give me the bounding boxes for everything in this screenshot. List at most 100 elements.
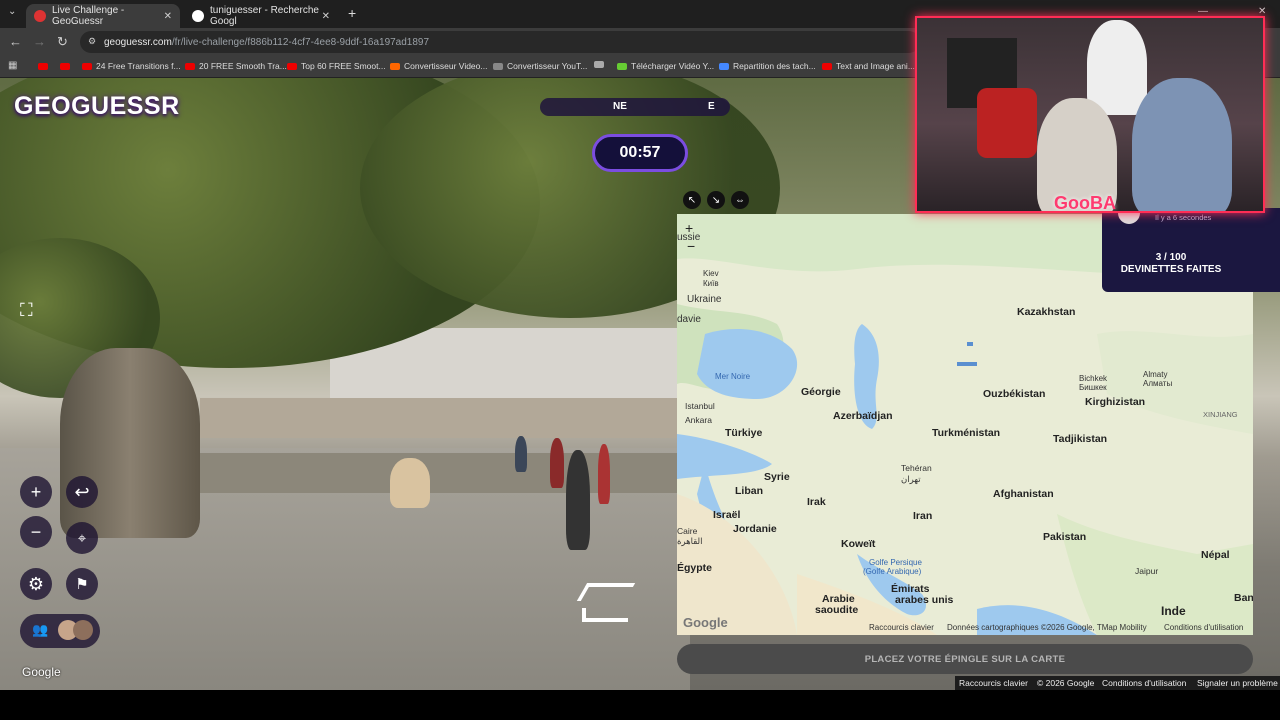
url-path: /fr/live-challenge/f886b112-4cf7-4ee8-9d… <box>171 36 430 48</box>
youtube-bookmark-icon[interactable] <box>38 63 48 70</box>
guess-count-label: DEVINETTES FAITES <box>1120 264 1222 275</box>
players-pill[interactable]: 👥 <box>20 614 100 648</box>
map-label: Tadjikistan <box>1053 433 1108 445</box>
bookmark-label: Repartition des tach... <box>733 61 816 71</box>
map-label: arabes unis <box>895 594 954 606</box>
map-label: Jordanie <box>733 523 777 535</box>
url-input[interactable]: ⚙ geoguessr.com/fr/live-challenge/f886b1… <box>80 31 920 53</box>
round-timer: 00:57 <box>592 134 688 172</box>
guess-status-panel: Il y a 6 secondes 3 / 100 DEVINETTES FAI… <box>1102 208 1280 292</box>
report-flag-icon[interactable]: ⚑ <box>66 568 98 600</box>
forward-icon[interactable]: → <box>33 34 46 49</box>
map-label: Caire <box>677 526 698 536</box>
streamer <box>1087 20 1147 115</box>
tab-title: tuniguesser - Recherche Googl <box>210 5 319 27</box>
map-label: Afghanistan <box>993 488 1054 500</box>
footer-terms-link[interactable]: Conditions d'utilisation <box>1102 678 1186 688</box>
footer-shortcuts-link[interactable]: Raccourcis clavier <box>959 678 1028 688</box>
compass-ne: NE <box>613 101 627 112</box>
map-label: Syrie <box>764 471 790 483</box>
wall <box>200 398 680 438</box>
map-label: Kazakhstan <box>1017 306 1076 318</box>
footer-copyright: © 2026 Google <box>1037 678 1095 688</box>
return-to-start-icon[interactable]: ⌖ <box>66 522 98 554</box>
person <box>390 458 430 508</box>
bookmark-item[interactable]: Repartition des tach... <box>719 61 816 71</box>
bookmark-item[interactable]: Télécharger Vidéo Y... <box>617 61 714 71</box>
tab-search-icon[interactable]: ⌄ <box>8 6 16 17</box>
map-label: Ban <box>1234 592 1253 604</box>
avatar <box>73 620 93 640</box>
map-label: (Golfe Arabique) <box>863 567 922 576</box>
bookmark-item[interactable]: 24 Free Transitions f... <box>82 61 181 71</box>
map-label: Liban <box>735 485 763 497</box>
expand-map-icon[interactable]: ↖ <box>683 191 701 209</box>
footer-report-link[interactable]: Signaler un problème <box>1197 678 1278 688</box>
map-terms-link[interactable]: Conditions d'utilisation <box>1164 623 1243 632</box>
map-label: Inde <box>1161 604 1186 618</box>
map-label: Irak <box>807 496 826 508</box>
bookmark-label: 20 FREE Smooth Tra... <box>199 61 287 71</box>
tab-geoguessr[interactable]: Live Challenge - GeoGuessr ✕ <box>26 4 180 28</box>
person <box>550 438 564 488</box>
map-label: Israël <box>713 509 741 521</box>
map-label: Mer Noire <box>715 372 751 381</box>
person <box>566 450 590 550</box>
bookmark-label: 24 Free Transitions f... <box>96 61 181 71</box>
map-label: Алматы <box>1143 379 1173 388</box>
zoom-out-button[interactable]: − <box>20 516 52 548</box>
movement-arrow-icon[interactable] <box>582 608 628 622</box>
place-pin-button[interactable]: PLACEZ VOTRE ÉPINGLE SUR LA CARTE <box>677 644 1253 674</box>
close-tab-icon[interactable]: ✕ <box>164 11 172 22</box>
bookmark-item[interactable] <box>594 61 608 68</box>
map-label: XINJIANG <box>1203 410 1238 419</box>
new-tab-button[interactable]: + <box>348 5 356 21</box>
tab-google-search[interactable]: tuniguesser - Recherche Googl ✕ <box>184 4 338 28</box>
street-view-toggle-icon[interactable]: ⛶ <box>20 300 33 321</box>
bottom-letterbox <box>0 690 1280 720</box>
map-label: saoudite <box>815 604 859 616</box>
close-tab-icon[interactable]: ✕ <box>322 11 330 22</box>
geoguessr-favicon-icon <box>34 10 46 22</box>
google-watermark: Google <box>22 665 61 679</box>
map-label: القاهرة <box>677 536 703 546</box>
dirt-strip <box>172 453 708 493</box>
settings-gear-icon[interactable]: ⚙ <box>20 568 52 600</box>
site-info-icon[interactable]: ⚙ <box>88 36 96 47</box>
bookmark-item[interactable]: Convertisseur Video... <box>390 61 487 71</box>
google-favicon-icon <box>192 10 204 22</box>
map-label: Géorgie <box>801 386 841 398</box>
map-label: Київ <box>703 279 719 288</box>
map-data-credit: Données cartographiques ©2026 Google, TM… <box>947 623 1147 632</box>
apps-icon[interactable]: ▦ <box>8 60 17 71</box>
map-label: Turkménistan <box>932 427 1001 439</box>
bookmark-item[interactable]: 20 FREE Smooth Tra... <box>185 61 287 71</box>
bookmark-label: Télécharger Vidéo Y... <box>631 61 715 71</box>
person <box>598 444 610 504</box>
map-label: Ankara <box>685 415 712 425</box>
map-label: Kirghizistan <box>1085 396 1146 408</box>
bookmark-item[interactable]: Top 60 FREE Smoot... <box>287 61 386 71</box>
back-icon[interactable]: ← <box>9 34 22 49</box>
bookmark-item[interactable]: Convertisseur YouT... <box>493 61 587 71</box>
map-label: Tehéran <box>901 463 932 473</box>
map-label: Istanbul <box>685 401 715 411</box>
players-icon: 👥 <box>32 622 49 637</box>
pin-map-icon[interactable]: ⇔ <box>731 191 749 209</box>
streamer-tag: GooBA <box>1054 193 1116 213</box>
reload-icon[interactable]: ↻ <box>57 34 68 50</box>
zoom-in-button[interactable]: + <box>20 476 52 508</box>
compass-e: E <box>708 101 715 112</box>
webcam-overlay: GooBA <box>915 16 1265 213</box>
cam-chair <box>977 88 1037 158</box>
undo-move-button[interactable]: ↩ <box>66 476 98 508</box>
bookmark-item[interactable]: Text and Image ani... <box>822 61 915 71</box>
map-label: Koweït <box>841 538 876 550</box>
bookmark-label: Convertisseur Video... <box>404 61 488 71</box>
map-shortcuts-link[interactable]: Raccourcis clavier <box>869 623 934 632</box>
shrink-map-icon[interactable]: ↘ <box>707 191 725 209</box>
map-label: Golfe Persique <box>869 558 922 567</box>
youtube-bookmark-icon[interactable] <box>60 63 70 70</box>
bookmark-label: Text and Image ani... <box>836 61 915 71</box>
map-attribution: Raccourcis clavier Données cartographiqu… <box>677 619 1253 635</box>
